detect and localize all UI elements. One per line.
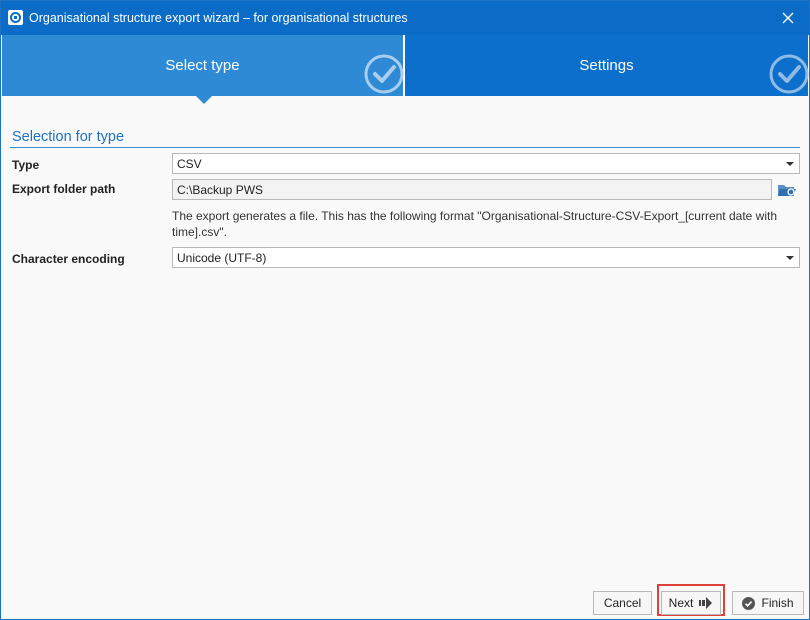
- close-icon: [782, 12, 794, 24]
- type-select[interactable]: CSV: [172, 153, 800, 174]
- section-divider: [10, 147, 800, 148]
- wizard-window: Organisational structure export wizard –…: [0, 0, 810, 620]
- export-format-hint: The export generates a file. This has th…: [172, 209, 777, 239]
- check-circle-icon: [765, 50, 809, 94]
- folder-browse-icon: [778, 185, 796, 196]
- cancel-button[interactable]: Cancel: [593, 591, 652, 615]
- next-button-label: Next: [668, 596, 694, 610]
- step-label: Settings: [579, 57, 634, 74]
- type-label: Type: [12, 158, 40, 172]
- export-path-value: C:\Backup PWS: [177, 183, 264, 197]
- browse-folder-button[interactable]: [777, 181, 797, 199]
- chevron-down-icon: [786, 256, 794, 260]
- cancel-button-label: Cancel: [603, 596, 642, 610]
- encoding-label: Character encoding: [12, 252, 125, 266]
- export-path-field[interactable]: C:\Backup PWS: [172, 179, 772, 200]
- next-button[interactable]: Next: [661, 591, 721, 615]
- title-bar: Organisational structure export wizard –…: [1, 1, 809, 35]
- step-select-type[interactable]: Select type: [2, 35, 405, 104]
- type-select-value: CSV: [177, 157, 202, 171]
- check-circle-icon: [360, 50, 404, 94]
- arrow-right-icon: [699, 597, 713, 609]
- export-path-label: Export folder path: [12, 182, 116, 196]
- wizard-steps: Select type Settings: [2, 35, 809, 104]
- section-title: Selection for type: [12, 129, 125, 145]
- step-settings[interactable]: Settings: [405, 35, 809, 96]
- finish-button[interactable]: Finish: [732, 591, 804, 615]
- encoding-select[interactable]: Unicode (UTF-8): [172, 247, 800, 268]
- finish-button-label: Finish: [761, 596, 794, 610]
- check-circle-icon: [742, 596, 756, 610]
- active-step-pointer: [196, 96, 212, 104]
- window-title: Organisational structure export wizard –…: [29, 11, 408, 25]
- chevron-down-icon: [786, 162, 794, 166]
- close-button[interactable]: [777, 7, 799, 29]
- encoding-select-value: Unicode (UTF-8): [177, 251, 267, 265]
- step-label: Select type: [165, 57, 240, 74]
- app-logo-icon: [8, 10, 23, 25]
